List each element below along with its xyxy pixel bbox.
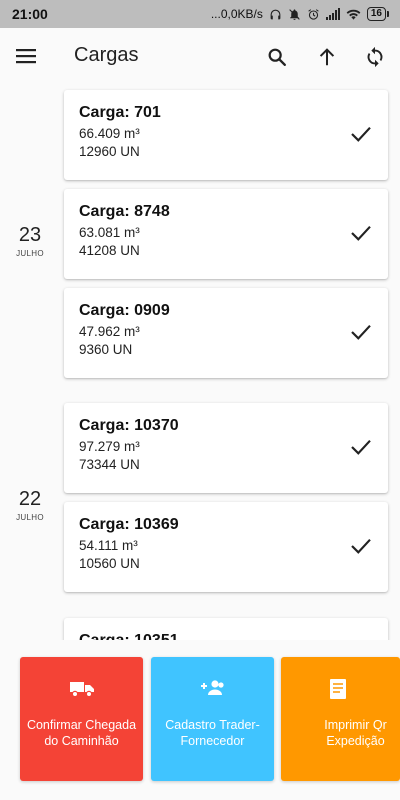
cargas-list[interactable]: 23 JULHO Carga: 701 66.409 m³ 12960 UN C…	[0, 88, 400, 640]
date-day: 23	[18, 224, 42, 246]
check-icon	[351, 225, 371, 241]
carga-card[interactable]: Carga: 8748 63.081 m³ 41208 UN	[64, 189, 388, 279]
headphones-icon	[269, 8, 282, 21]
date-day: 22	[18, 488, 42, 510]
carga-card[interactable]: Carga: 10351	[64, 618, 388, 640]
carga-volume: 47.962 m³	[79, 324, 140, 339]
check-icon	[351, 126, 371, 142]
truck-icon	[20, 677, 143, 701]
tile-label: Cadastro Trader-Fornecedor	[165, 718, 260, 748]
status-time: 21:00	[12, 6, 48, 22]
tile-label: Confirmar Chegada do Caminhão	[26, 718, 137, 748]
carga-units: 12960 UN	[79, 144, 140, 159]
carga-volume: 54.111 m³	[79, 538, 138, 553]
receipt-icon	[281, 677, 400, 701]
carga-title: Carga: 701	[79, 104, 161, 121]
carga-card[interactable]: Carga: 0909 47.962 m³ 9360 UN	[64, 288, 388, 378]
date-month: JULHO	[16, 513, 44, 522]
tile-label: Imprimir Qr Expedição	[324, 718, 387, 748]
sync-icon[interactable]	[362, 44, 388, 70]
status-icons: ...0,0KB/s 16	[210, 7, 390, 21]
carga-units: 9360 UN	[79, 342, 133, 357]
date-header: 22 JULHO	[10, 488, 50, 522]
date-month: JULHO	[16, 249, 44, 258]
group-add-icon	[151, 677, 274, 701]
carga-title: Carga: 10369	[79, 516, 179, 533]
check-icon	[351, 538, 371, 554]
page-title: Cargas	[74, 44, 139, 66]
print-qr-dispatch-button[interactable]: Imprimir Qr Expedição	[281, 657, 400, 781]
trader-supplier-register-button[interactable]: Cadastro Trader-Fornecedor	[151, 657, 274, 781]
carga-title: Carga: 8748	[79, 203, 170, 220]
carga-volume: 97.279 m³	[79, 439, 140, 454]
carga-card[interactable]: Carga: 10370 97.279 m³ 73344 UN	[64, 403, 388, 493]
date-header: 23 JULHO	[10, 224, 50, 258]
alarm-icon	[307, 8, 320, 21]
confirm-truck-arrival-button[interactable]: Confirmar Chegada do Caminhão	[20, 657, 143, 781]
carga-card[interactable]: Carga: 10369 54.111 m³ 10560 UN	[64, 502, 388, 592]
battery-indicator: 16	[366, 7, 390, 21]
carga-title: Carga: 0909	[79, 302, 170, 319]
check-icon	[351, 439, 371, 455]
carga-units: 41208 UN	[79, 243, 140, 258]
action-bar: Confirmar Chegada do Caminhão Cadastro T…	[0, 640, 400, 800]
carga-volume: 66.409 m³	[79, 126, 140, 141]
wifi-icon	[346, 8, 361, 20]
arrow-up-icon[interactable]	[314, 44, 340, 70]
status-bar: 21:00 ...0,0KB/s 16	[0, 0, 400, 28]
signal-icon	[325, 8, 340, 20]
network-speed: ...0,0KB/s	[210, 7, 263, 21]
carga-title: Carga: 10351	[79, 632, 373, 640]
carga-card[interactable]: Carga: 701 66.409 m³ 12960 UN	[64, 90, 388, 180]
mute-icon	[288, 8, 301, 21]
carga-title: Carga: 10370	[79, 417, 179, 434]
carga-units: 73344 UN	[79, 457, 140, 472]
search-icon[interactable]	[264, 44, 290, 70]
carga-volume: 63.081 m³	[79, 225, 140, 240]
app-bar: Cargas	[0, 28, 400, 88]
menu-icon[interactable]	[16, 46, 42, 70]
carga-units: 10560 UN	[79, 556, 140, 571]
check-icon	[351, 324, 371, 340]
